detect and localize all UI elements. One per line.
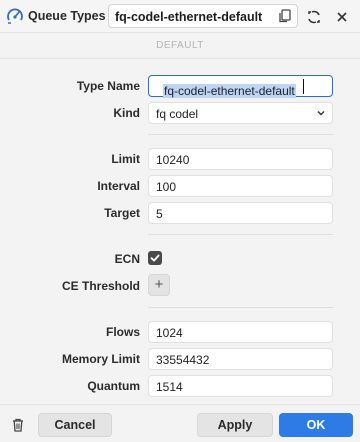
restore-icon[interactable]: [304, 7, 324, 27]
footer-bar: Cancel Apply OK: [0, 404, 360, 442]
queue-types-icon: [7, 8, 23, 24]
ce-threshold-add-button[interactable]: +: [148, 274, 170, 296]
ecn-label: ECN: [114, 252, 140, 266]
target-input[interactable]: 5: [148, 202, 333, 224]
kind-select[interactable]: fq codel: [148, 102, 333, 124]
kind-label: Kind: [113, 106, 140, 120]
quantum-label: Quantum: [87, 379, 140, 393]
divider: [148, 234, 333, 235]
flows-value: 1024: [156, 326, 183, 340]
interval-value: 100: [156, 180, 177, 194]
type-name-label: Type Name: [76, 79, 140, 93]
interval-label: Interval: [97, 179, 140, 193]
quantum-value: 1514: [156, 380, 183, 394]
limit-value: 10240: [156, 153, 190, 167]
flows-input[interactable]: 1024: [148, 321, 333, 343]
memory-limit-value: 33554432: [156, 353, 210, 367]
window-title: Queue Types: [28, 9, 106, 23]
copy-icon[interactable]: [277, 8, 293, 24]
quantum-input[interactable]: 1514: [148, 375, 333, 397]
checkmark-icon: [150, 254, 160, 262]
memory-limit-label: Memory Limit: [61, 352, 140, 366]
queue-name-text: fq-codel-ethernet-default: [115, 10, 263, 24]
cancel-button[interactable]: Cancel: [38, 413, 112, 437]
trash-icon[interactable]: [10, 417, 26, 433]
target-value: 5: [156, 207, 163, 221]
form-panel: Type Name fq-codel-ethernet-default Kind…: [0, 58, 360, 404]
kind-value: fq codel: [156, 107, 199, 121]
chevron-down-icon: [317, 111, 325, 116]
limit-label: Limit: [111, 152, 140, 166]
ok-button[interactable]: OK: [279, 413, 353, 437]
text-caret: [303, 79, 304, 94]
type-name-value: fq-codel-ethernet-default: [163, 84, 296, 98]
target-label: Target: [104, 206, 140, 220]
close-icon[interactable]: [332, 7, 352, 27]
title-bar: Queue Types fq-codel-ethernet-default: [0, 0, 360, 33]
apply-button[interactable]: Apply: [197, 413, 273, 437]
ce-threshold-label: CE Threshold: [61, 279, 140, 293]
type-name-input[interactable]: fq-codel-ethernet-default: [148, 75, 333, 98]
divider: [148, 134, 333, 135]
flows-label: Flows: [105, 325, 140, 339]
divider: [148, 307, 333, 308]
queue-name-display: fq-codel-ethernet-default: [108, 4, 298, 28]
section-label-default: DEFAULT: [156, 40, 204, 51]
limit-input[interactable]: 10240: [148, 148, 333, 170]
interval-input[interactable]: 100: [148, 175, 333, 197]
memory-limit-input[interactable]: 33554432: [148, 348, 333, 370]
ecn-checkbox[interactable]: [148, 251, 162, 265]
